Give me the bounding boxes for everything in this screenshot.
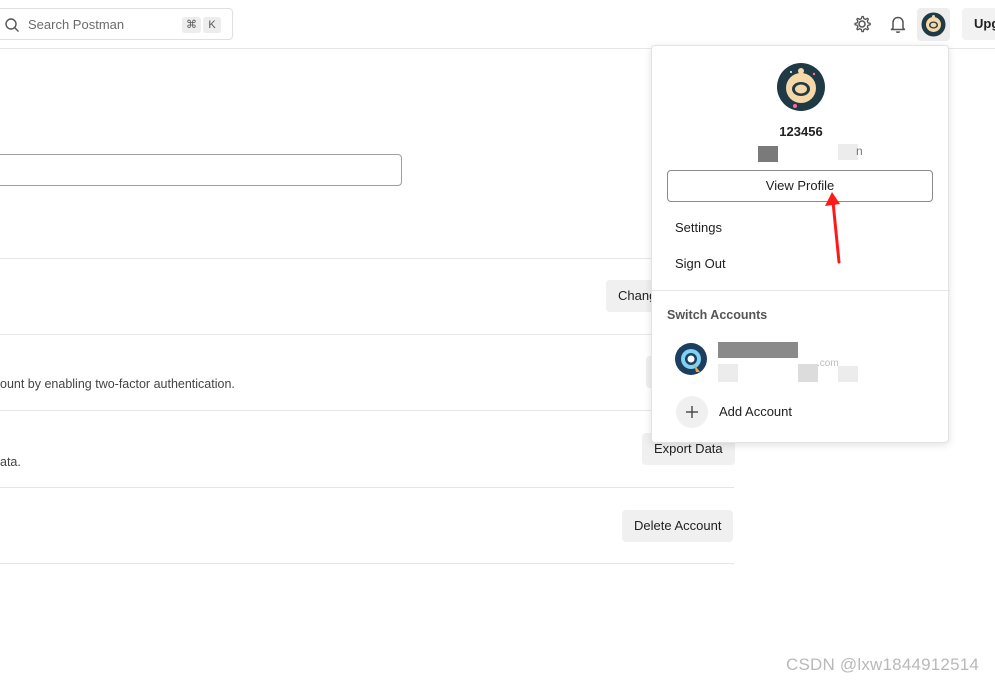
settings-menu-item[interactable]: Settings: [675, 220, 722, 235]
other-account-email: .com: [817, 358, 839, 369]
search-icon: [5, 18, 19, 32]
search-input[interactable]: Search Postman ⌘ K: [0, 8, 233, 40]
redacted-account-name: [718, 342, 798, 358]
user-avatar: [921, 12, 946, 37]
section-divider: [0, 487, 734, 488]
redacted-account-email: [798, 364, 818, 382]
annotation-arrow-icon: [825, 192, 841, 264]
plus-icon: [686, 406, 698, 418]
section-divider: [0, 563, 734, 564]
redacted-account-email: [838, 366, 858, 382]
view-profile-button[interactable]: View Profile: [667, 170, 933, 202]
top-bar: Search Postman ⌘ K Upg: [0, 0, 995, 49]
add-account-icon[interactable]: [676, 396, 708, 428]
profile-dropdown: 123456 n View Profile Settings Sign Out …: [651, 45, 950, 443]
profile-avatar: [777, 63, 825, 111]
notification-bell-icon[interactable]: [886, 12, 910, 36]
delete-account-button[interactable]: Delete Account: [622, 510, 734, 542]
watermark: CSDN @lxw1844912514: [786, 655, 980, 674]
search-placeholder: Search Postman: [28, 17, 125, 32]
sign-out-menu-item[interactable]: Sign Out: [675, 256, 726, 271]
section-divider: [0, 410, 734, 411]
switch-accounts-heading: Switch Accounts: [667, 308, 768, 322]
export-data-description: ata.: [0, 455, 21, 469]
profile-email: n: [856, 144, 863, 158]
upgrade-button[interactable]: Upg: [962, 8, 995, 40]
redacted-email-block: [758, 146, 778, 162]
add-account-menu-item[interactable]: Add Account: [719, 404, 792, 419]
shortcut-key-k: K: [203, 17, 221, 33]
redacted-account-email: [718, 364, 738, 382]
settings-gear-icon[interactable]: [850, 12, 874, 36]
other-account-avatar[interactable]: [674, 342, 708, 376]
two-factor-description: ount by enabling two-factor authenticati…: [0, 377, 235, 391]
shortcut-key-cmd: ⌘: [182, 17, 201, 33]
user-avatar-button[interactable]: [917, 8, 950, 41]
section-divider: [0, 334, 734, 335]
menu-divider: [652, 290, 950, 291]
account-name-input[interactable]: [0, 154, 402, 186]
section-divider: [0, 258, 734, 259]
profile-username: 123456: [779, 124, 823, 139]
redacted-email-block: [838, 144, 858, 160]
